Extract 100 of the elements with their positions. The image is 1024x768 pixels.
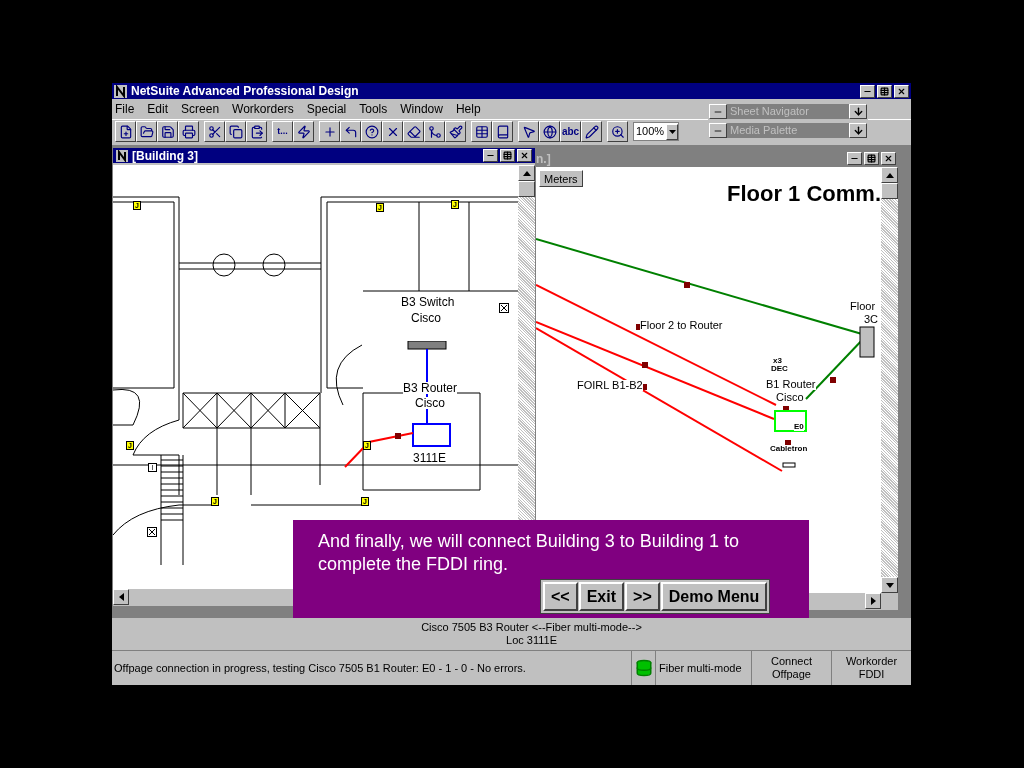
diagram-label: FOIRL B1-B2 xyxy=(577,380,643,391)
close-button[interactable] xyxy=(894,84,909,98)
diagram-label: Cabletron xyxy=(770,445,808,453)
copy-button[interactable] xyxy=(225,121,246,142)
meters-tab[interactable]: Meters xyxy=(539,170,583,187)
copy-icon xyxy=(228,124,243,139)
window-title: NetSuite Advanced Professional Design xyxy=(131,83,360,100)
diagram-label: x3 xyxy=(773,357,782,365)
close-button[interactable] xyxy=(517,149,532,162)
tour-button[interactable]: >> xyxy=(625,582,660,611)
new-file-icon xyxy=(118,124,133,139)
tour-button[interactable]: Exit xyxy=(578,582,625,611)
help-button[interactable] xyxy=(361,121,382,142)
wall-outlet-icon xyxy=(499,303,509,313)
zoom-select[interactable]: 100% xyxy=(633,122,679,141)
paste-button[interactable] xyxy=(246,121,267,142)
diagram-label: Cisco xyxy=(776,392,804,403)
barrel-icon xyxy=(634,659,653,677)
download-arrow-icon xyxy=(852,125,864,136)
down-arrow-icon xyxy=(885,582,894,588)
grid-icon xyxy=(474,124,489,139)
table-button[interactable] xyxy=(471,121,492,142)
text-tool-button[interactable]: abc xyxy=(560,121,581,142)
cut-button[interactable] xyxy=(204,121,225,142)
merge-button[interactable] xyxy=(424,121,445,142)
maximize-button[interactable] xyxy=(500,149,515,162)
tour-button[interactable]: << xyxy=(543,582,578,611)
delete-button[interactable] xyxy=(382,121,403,142)
menu-item[interactable]: Workorders xyxy=(232,100,294,118)
brush-icon xyxy=(448,124,463,139)
info-text: Loc 3111E xyxy=(506,634,557,647)
tour-button[interactable]: Demo Menu xyxy=(660,582,768,611)
folder-icon xyxy=(139,124,154,139)
status-message: Offpage connection in progress, testing Cisco 7505 B1 Router: E0 - 1 - 0 - No errors. xyxy=(113,660,527,676)
menu-item[interactable]: File xyxy=(115,100,135,118)
diagram-label: Floor xyxy=(850,301,876,312)
menu-item[interactable]: Special xyxy=(306,100,347,118)
corner-button[interactable] xyxy=(340,121,361,142)
status-field: Fiber multi-mode xyxy=(655,651,751,685)
close-icon xyxy=(520,151,529,160)
zoom-button[interactable] xyxy=(607,121,628,142)
scroll-thumb[interactable] xyxy=(518,181,535,197)
branch-icon xyxy=(427,124,442,139)
link-tool-button[interactable]: t... xyxy=(272,121,293,142)
zoom-icon xyxy=(610,124,625,139)
maximize-icon xyxy=(867,154,876,163)
maximize-icon xyxy=(503,151,512,160)
scroll-thumb[interactable] xyxy=(881,183,898,199)
menu-item[interactable]: Tools xyxy=(359,100,388,118)
pointer-button[interactable] xyxy=(518,121,539,142)
globe-button[interactable] xyxy=(539,121,560,142)
corner-arrow-icon xyxy=(343,124,358,139)
status-field-text: Connect xyxy=(771,655,812,668)
lightning-button[interactable] xyxy=(293,121,314,142)
erase-button[interactable] xyxy=(403,121,424,142)
diagram-label: E0 xyxy=(794,423,804,431)
minimize-button[interactable] xyxy=(847,152,862,165)
menu-item[interactable]: Edit xyxy=(147,100,169,118)
menu-item[interactable]: Help xyxy=(455,100,481,118)
status-field-text: Offpage xyxy=(772,668,811,681)
pointer-icon xyxy=(521,124,536,139)
open-button[interactable] xyxy=(136,121,157,142)
close-icon xyxy=(884,154,893,163)
book-icon xyxy=(495,124,510,139)
maximize-button[interactable] xyxy=(864,152,879,165)
pencil-button[interactable] xyxy=(581,121,602,142)
book-button[interactable] xyxy=(492,121,513,142)
clipboard-icon xyxy=(249,124,264,139)
close-button[interactable] xyxy=(881,152,896,165)
menu-item[interactable]: Window xyxy=(400,100,443,118)
status-field-text: FDDI xyxy=(858,668,885,681)
save-button[interactable] xyxy=(157,121,178,142)
dropdown-arrow-icon xyxy=(668,129,676,134)
cross-icon xyxy=(322,124,337,139)
up-arrow-icon xyxy=(522,170,531,176)
paint-button[interactable] xyxy=(445,121,466,142)
close-icon xyxy=(897,86,906,96)
palette-title: Media Palette xyxy=(729,123,799,139)
right-arrow-icon xyxy=(870,597,876,605)
globe-icon xyxy=(542,124,557,139)
device-label: B3 Switch xyxy=(401,296,455,308)
info-text: Cisco 7505 B3 Router <--Fiber multi-mode--> xyxy=(421,621,642,634)
question-mark-icon xyxy=(364,124,379,139)
diagram-label: B1 Router xyxy=(766,379,816,390)
window-title: n.] xyxy=(536,150,551,168)
palette-title: Sheet Navigator xyxy=(729,104,810,120)
minimize-button[interactable] xyxy=(483,149,498,162)
vertical-scrollbar[interactable] xyxy=(881,167,898,593)
print-button[interactable] xyxy=(178,121,199,142)
device-label: Cisco xyxy=(415,397,445,409)
pencil-icon xyxy=(584,124,599,139)
diagram-label: DEC xyxy=(771,365,788,373)
scissors-icon xyxy=(207,124,222,139)
cross-button[interactable] xyxy=(319,121,340,142)
maximize-button[interactable] xyxy=(877,84,892,98)
device-label: B3 Router xyxy=(403,382,458,394)
minimize-button[interactable] xyxy=(860,84,875,98)
menu-item[interactable]: Screen xyxy=(181,100,220,118)
new-button[interactable] xyxy=(115,121,136,142)
diagram-label: Floor 2 to Router xyxy=(640,320,723,331)
